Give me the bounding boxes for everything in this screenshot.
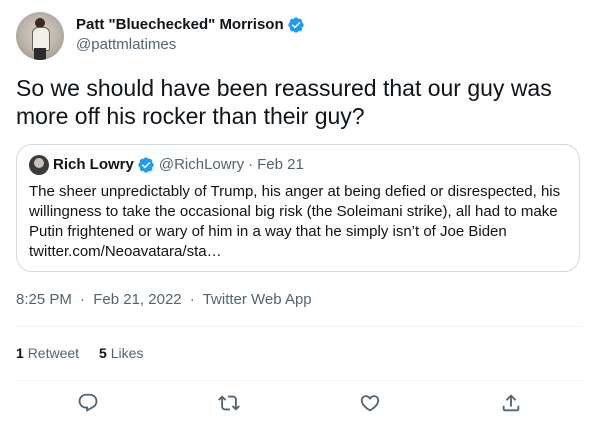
tweet-timestamp-row: 8:25 PM · Feb 21, 2022 · Twitter Web App — [16, 290, 312, 310]
tweet-header: Patt "Bluechecked" Morrison @pattmlatime… — [16, 12, 305, 60]
tweet-stats: 1 Retweet 5 Likes — [16, 344, 163, 362]
tweet-actions-bar — [0, 390, 598, 418]
retweets-stat[interactable]: 1 Retweet — [16, 344, 79, 362]
quoted-tweet-text: The sheer unpredictably of Trump, his an… — [29, 183, 561, 260]
retweet-icon[interactable] — [218, 392, 240, 414]
verified-badge-icon — [287, 16, 305, 34]
reply-icon[interactable] — [77, 392, 99, 414]
retweets-label: Retweet — [27, 345, 80, 361]
author-avatar[interactable] — [16, 12, 64, 60]
tweet-date[interactable]: Feb 21, 2022 — [93, 291, 181, 308]
retweets-count: 1 — [16, 345, 24, 361]
divider — [16, 380, 582, 381]
author-display-name[interactable]: Patt "Bluechecked" Morrison — [76, 15, 284, 35]
like-icon[interactable] — [359, 392, 381, 414]
display-name-row: Patt "Bluechecked" Morrison — [76, 15, 305, 35]
quoted-tweet-date: Feb 21 — [257, 156, 304, 173]
author-names: Patt "Bluechecked" Morrison @pattmlatime… — [76, 12, 305, 60]
likes-count: 5 — [99, 345, 107, 361]
tweet-source[interactable]: Twitter Web App — [203, 291, 312, 308]
quoted-tweet-header: Rich Lowry @RichLowry · Feb 21 — [29, 155, 304, 175]
source-separator: · — [189, 291, 195, 308]
quoted-tweet-card[interactable]: Rich Lowry @RichLowry · Feb 21 The sheer… — [16, 144, 580, 272]
likes-label: Likes — [110, 345, 144, 361]
tweet-text: So we should have been reassured that ou… — [16, 75, 552, 129]
quoted-author-display-name: Rich Lowry — [53, 156, 134, 173]
divider — [16, 326, 582, 327]
quoted-author-avatar — [29, 155, 49, 175]
quoted-verified-badge-icon — [137, 156, 155, 174]
author-handle[interactable]: @pattmlatimes — [76, 35, 305, 55]
quoted-author-handle: @RichLowry — [158, 156, 245, 173]
quoted-meta-separator: · — [248, 156, 254, 173]
share-icon[interactable] — [500, 392, 522, 414]
tweet-time[interactable]: 8:25 PM — [16, 291, 72, 308]
timestamp-separator: · — [80, 291, 86, 308]
likes-stat[interactable]: 5 Likes — [99, 344, 143, 362]
